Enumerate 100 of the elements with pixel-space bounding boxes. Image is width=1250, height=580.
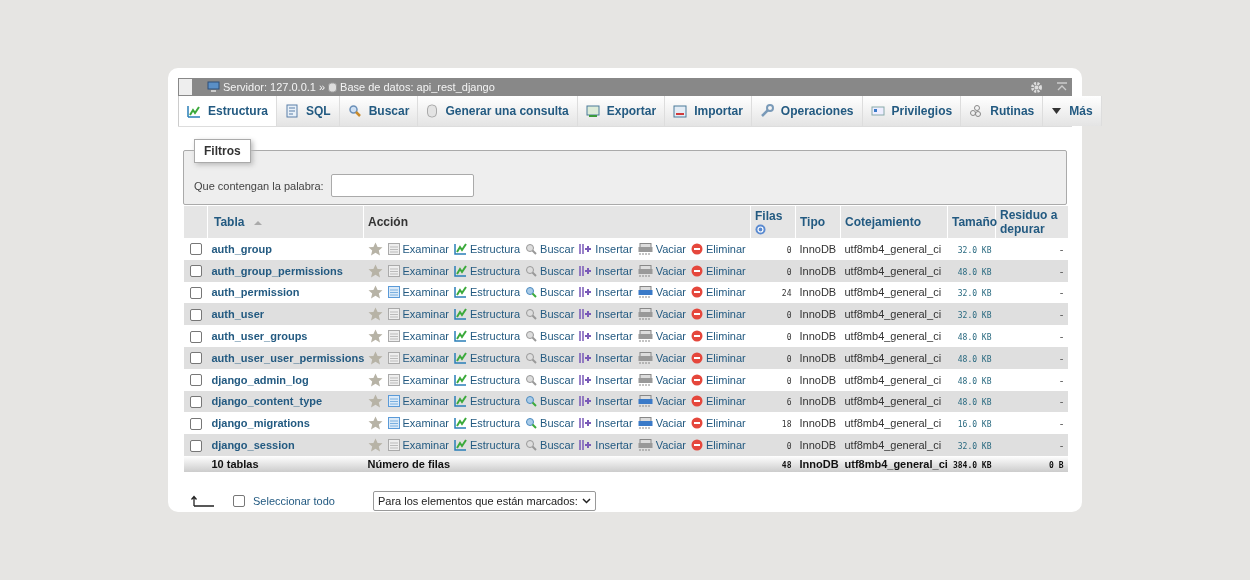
star-icon[interactable]: [367, 438, 383, 453]
row-checkbox[interactable]: [189, 352, 202, 365]
action-link[interactable]: Insertar: [579, 286, 633, 299]
action-link[interactable]: Vaciar: [637, 242, 687, 255]
tab[interactable]: SQL: [277, 96, 340, 126]
action-link[interactable]: Eliminar: [691, 308, 746, 321]
row-checkbox[interactable]: [189, 439, 202, 452]
star-icon[interactable]: [367, 416, 383, 431]
action-link[interactable]: Estructura: [453, 242, 521, 255]
action-link[interactable]: Vaciar: [637, 351, 687, 364]
row-checkbox[interactable]: [189, 374, 202, 387]
action-link[interactable]: Insertar: [579, 395, 633, 408]
action-link[interactable]: Vaciar: [637, 286, 687, 299]
action-link[interactable]: Vaciar: [637, 395, 687, 408]
action-link[interactable]: Vaciar: [637, 308, 687, 321]
action-link[interactable]: Insertar: [579, 373, 633, 386]
action-link[interactable]: Insertar: [579, 330, 633, 343]
action-link[interactable]: Buscar: [525, 330, 575, 343]
action-link[interactable]: Vaciar: [637, 439, 687, 452]
column-header[interactable]: Tabla: [214, 215, 245, 229]
row-checkbox[interactable]: [189, 417, 202, 430]
action-link[interactable]: Buscar: [525, 417, 575, 430]
select-all-link[interactable]: Seleccionar todo: [253, 494, 335, 507]
action-link[interactable]: Buscar: [525, 439, 575, 452]
star-icon[interactable]: [367, 372, 383, 387]
action-link[interactable]: Buscar: [525, 264, 575, 277]
tab[interactable]: Importar: [665, 96, 752, 126]
action-link[interactable]: Vaciar: [637, 373, 687, 386]
tab[interactable]: Buscar: [339, 96, 419, 126]
row-checkbox[interactable]: [189, 265, 202, 278]
tab[interactable]: Más: [1043, 96, 1102, 126]
action-link[interactable]: Buscar: [525, 373, 575, 386]
bulk-action-dropdown[interactable]: Para los elementos que están marcados:: [372, 490, 596, 511]
row-checkbox[interactable]: [189, 396, 202, 408]
star-icon[interactable]: [367, 241, 383, 256]
tab[interactable]: Estructura: [178, 96, 278, 126]
action-link[interactable]: Examinar: [387, 286, 449, 299]
action-link[interactable]: Estructura: [453, 351, 521, 364]
star-icon[interactable]: [367, 285, 383, 300]
star-icon[interactable]: [367, 263, 383, 278]
action-link[interactable]: Eliminar: [691, 439, 746, 452]
action-link[interactable]: Examinar: [387, 351, 449, 364]
action-link[interactable]: Examinar: [387, 308, 449, 321]
table-name-link[interactable]: auth_permission: [211, 286, 300, 299]
action-link[interactable]: Eliminar: [691, 373, 746, 386]
action-link[interactable]: Estructura: [453, 286, 521, 299]
action-link[interactable]: Eliminar: [691, 242, 746, 255]
action-link[interactable]: Eliminar: [691, 417, 746, 430]
star-icon[interactable]: [367, 350, 383, 365]
settings-icon[interactable]: [1030, 80, 1043, 94]
action-link[interactable]: Examinar: [387, 417, 449, 430]
action-link[interactable]: Eliminar: [691, 351, 746, 364]
tab[interactable]: Privilegios: [862, 96, 962, 126]
action-link[interactable]: Insertar: [579, 242, 633, 255]
action-link[interactable]: Estructura: [453, 417, 521, 430]
action-link[interactable]: Examinar: [387, 242, 449, 255]
action-link[interactable]: Insertar: [579, 264, 633, 277]
table-name-link[interactable]: auth_user_groups: [211, 330, 308, 343]
action-link[interactable]: Insertar: [579, 439, 633, 452]
help-icon[interactable]: [755, 224, 766, 235]
action-link[interactable]: Estructura: [453, 373, 521, 386]
action-link[interactable]: Buscar: [525, 242, 575, 255]
action-link[interactable]: Insertar: [579, 417, 633, 430]
table-name-link[interactable]: auth_user: [211, 308, 265, 321]
action-link[interactable]: Eliminar: [691, 286, 746, 299]
action-link[interactable]: Examinar: [387, 373, 449, 386]
action-link[interactable]: Vaciar: [637, 264, 687, 277]
action-link[interactable]: Examinar: [387, 264, 449, 277]
action-link[interactable]: Vaciar: [637, 417, 687, 430]
tab[interactable]: Generar una consulta: [418, 96, 578, 126]
row-checkbox[interactable]: [189, 330, 202, 343]
action-link[interactable]: Insertar: [579, 351, 633, 364]
star-icon[interactable]: [367, 329, 383, 344]
action-link[interactable]: Estructura: [453, 395, 521, 408]
action-link[interactable]: Eliminar: [691, 264, 746, 277]
tab[interactable]: Operaciones: [751, 96, 863, 126]
database-link[interactable]: Base de datos: api_rest_django: [340, 81, 495, 93]
action-link[interactable]: Buscar: [525, 286, 575, 299]
tab[interactable]: Exportar: [577, 96, 666, 126]
action-link[interactable]: Eliminar: [691, 395, 746, 408]
action-link[interactable]: Estructura: [453, 308, 521, 321]
star-icon[interactable]: [367, 394, 383, 409]
action-link[interactable]: Examinar: [387, 395, 449, 408]
action-link[interactable]: Examinar: [387, 330, 449, 343]
action-link[interactable]: Estructura: [453, 330, 521, 343]
row-checkbox[interactable]: [189, 308, 202, 321]
filter-field[interactable]: [330, 174, 474, 197]
row-checkbox[interactable]: [189, 243, 202, 256]
action-link[interactable]: Estructura: [453, 264, 521, 277]
action-link[interactable]: Insertar: [579, 308, 633, 321]
action-link[interactable]: Eliminar: [691, 330, 746, 343]
collapse-up-icon[interactable]: [1056, 81, 1068, 93]
action-link[interactable]: Buscar: [525, 308, 575, 321]
star-icon[interactable]: [367, 307, 383, 322]
table-name-link[interactable]: django_admin_log: [211, 373, 309, 386]
tab[interactable]: Rutinas: [961, 96, 1044, 126]
action-link[interactable]: Vaciar: [637, 330, 687, 343]
action-link[interactable]: Buscar: [525, 351, 575, 364]
table-name-link[interactable]: auth_group: [211, 242, 272, 255]
action-link[interactable]: Estructura: [453, 439, 521, 452]
